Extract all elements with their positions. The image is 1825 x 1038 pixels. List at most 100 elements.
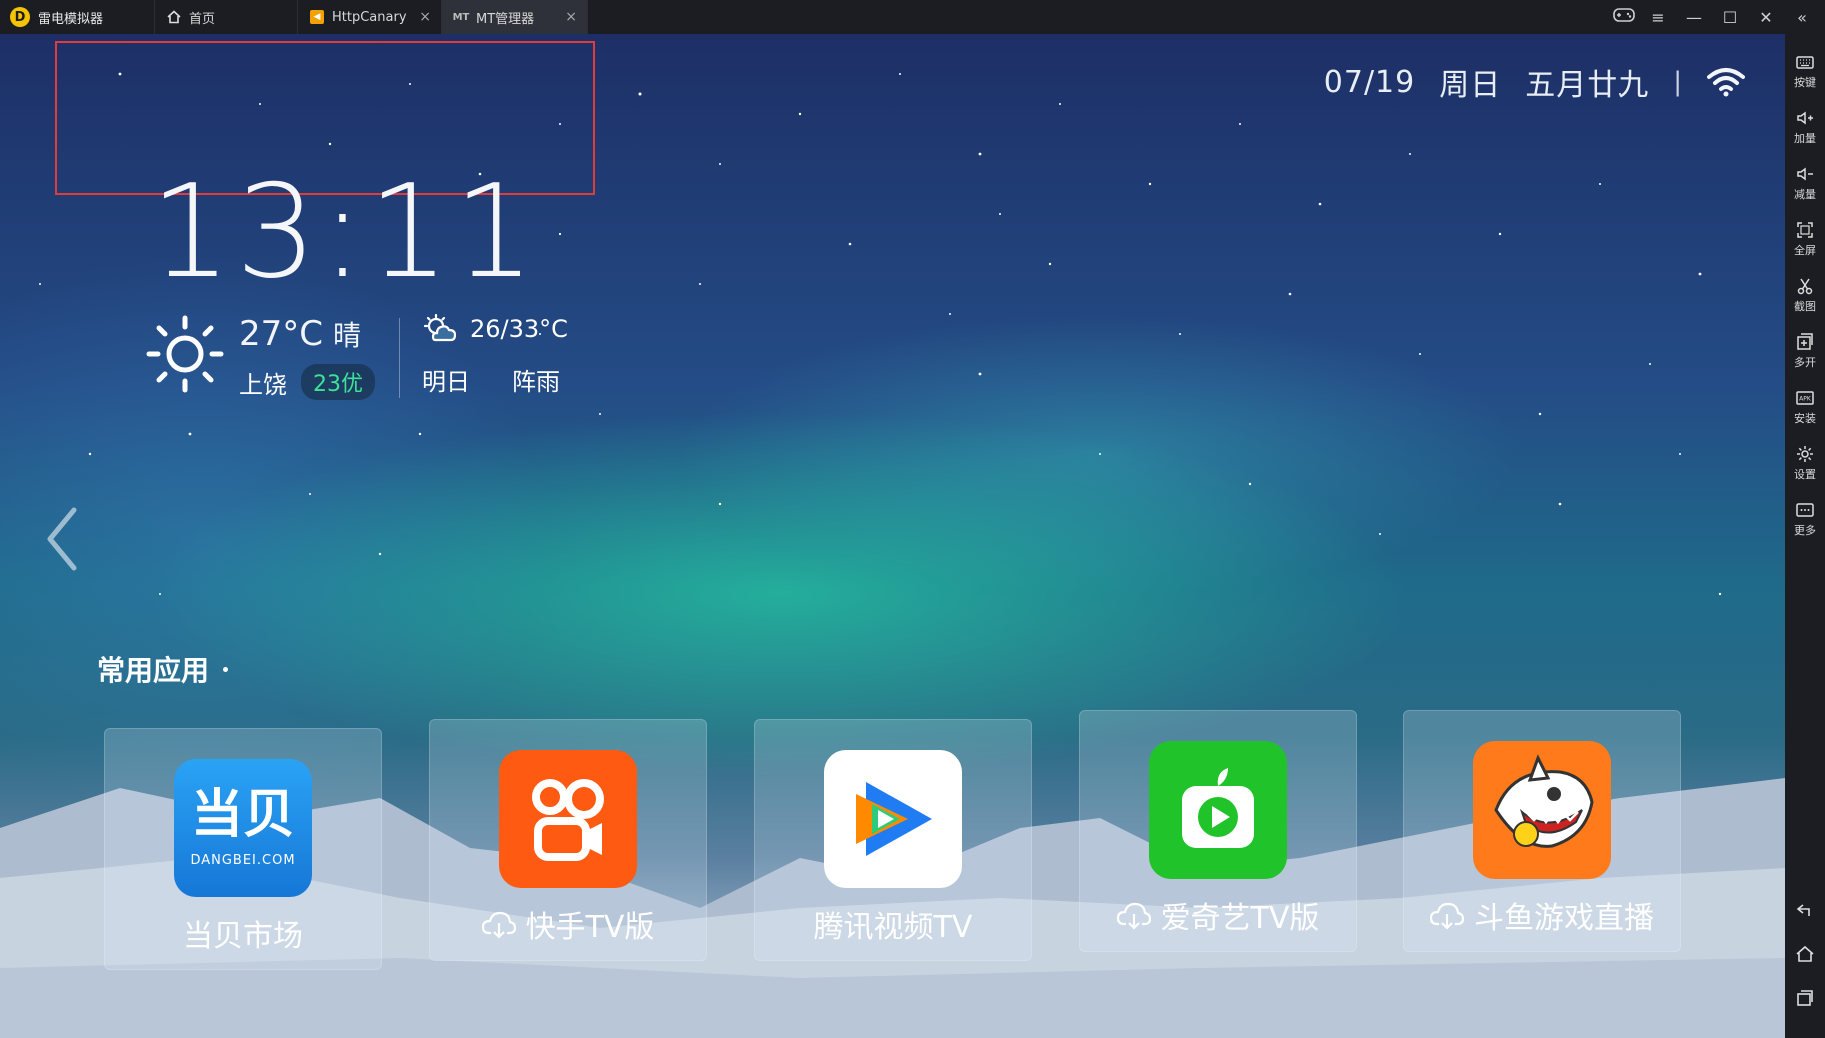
toolbar-volume-down-button[interactable]: 减量	[1785, 160, 1825, 212]
app-label: 快手TV版	[481, 902, 655, 946]
tomorrow-condition: 阵雨	[512, 368, 560, 396]
fullscreen-icon	[1797, 222, 1813, 238]
keyboard-icon	[1796, 56, 1814, 69]
dangbei-icon-text: 当贝	[190, 784, 295, 845]
app-label: 爱奇艺TV版	[1116, 893, 1320, 937]
toolbar-screenshot-button[interactable]: 截图	[1785, 272, 1825, 324]
app-card-tencent-video[interactable]: 腾讯视频TV	[754, 719, 1032, 961]
sunny-icon	[146, 315, 224, 393]
scissors-icon	[1797, 278, 1813, 295]
maximize-icon[interactable]: ☐	[1721, 8, 1739, 27]
app-card-iqiyi[interactable]: 爱奇艺TV版	[1079, 710, 1357, 952]
tomorrow-temperature-range: 26/33°C	[470, 315, 568, 343]
toolbar-install-apk-button[interactable]: APK 安装	[1785, 384, 1825, 436]
city-name: 上饶	[239, 370, 287, 399]
toolbar-label: 多开	[1794, 356, 1816, 369]
toolbar-label: 加量	[1794, 132, 1816, 145]
home-icon	[167, 10, 181, 24]
toolbar-label: 设置	[1794, 468, 1816, 481]
weather-today: 27°C 晴 上饶 23优	[239, 314, 375, 414]
multi-window-icon	[1797, 333, 1813, 350]
douyu-icon	[1473, 741, 1611, 879]
tab-mt-manager[interactable]: MT MT管理器 ×	[442, 0, 588, 34]
kuaishou-icon	[499, 750, 637, 888]
app-name: 腾讯视频TV	[813, 910, 973, 945]
tab-label: MT管理器	[476, 11, 535, 27]
tab-home[interactable]: 首页	[155, 0, 298, 34]
toolbar-multi-instance-button[interactable]: 多开	[1785, 328, 1825, 380]
tab-label: 首页	[189, 11, 216, 27]
app-name: 快手TV版	[525, 910, 655, 945]
tomorrow-label: 明日	[422, 368, 470, 396]
section-dot	[223, 666, 229, 672]
gamepad-icon[interactable]	[1613, 7, 1635, 27]
section-title: 常用应用	[97, 649, 229, 689]
wifi-icon	[1707, 68, 1745, 97]
dangbei-market-icon: 当贝 DANGBEI.COM	[174, 759, 312, 897]
close-tab-icon[interactable]: ×	[565, 9, 577, 25]
tencent-video-icon	[824, 750, 962, 888]
cloud-sun-icon	[423, 314, 456, 342]
emulator-screen[interactable]: 07/19 周日 五月廿九 | 13:11 27°C 晴 上饶 23优 26/3…	[0, 34, 1785, 1038]
toolbar-label: 按键	[1794, 76, 1816, 89]
toolbar-label: 截图	[1794, 300, 1816, 313]
cloud-download-icon	[1116, 902, 1151, 930]
tab-label: HttpCanary	[332, 9, 407, 25]
close-icon[interactable]: ✕	[1757, 8, 1775, 27]
httpcanary-icon: ◀	[310, 10, 324, 24]
toolbar-more-button[interactable]: 更多	[1785, 496, 1825, 548]
toolbar-volume-up-button[interactable]: 加量	[1785, 104, 1825, 156]
current-temperature: 27°C	[239, 314, 324, 354]
iqiyi-icon	[1149, 741, 1287, 879]
separator: |	[1673, 67, 1683, 97]
weather-tomorrow: 26/33°C 明日 阵雨	[422, 314, 568, 414]
chevron-left-icon[interactable]	[42, 504, 82, 574]
toolbar-fullscreen-button[interactable]: 全屏	[1785, 216, 1825, 268]
close-tab-icon[interactable]: ×	[419, 9, 431, 25]
toolbar-label: 全屏	[1794, 244, 1816, 257]
app-label: 腾讯视频TV	[814, 902, 973, 946]
app-card-dangbei[interactable]: 当贝 DANGBEI.COM 当贝市场	[104, 728, 382, 970]
home-icon[interactable]	[1795, 944, 1815, 964]
more-icon	[1796, 503, 1814, 517]
tab-httpcanary[interactable]: ◀ HttpCanary ×	[298, 0, 442, 34]
ldplayer-logo-icon: D	[10, 7, 30, 27]
app-card-douyu[interactable]: 斗鱼游戏直播	[1403, 710, 1681, 952]
lunar-date-text: 五月廿九	[1525, 68, 1650, 103]
back-icon[interactable]	[1795, 900, 1815, 920]
app-name: 爱奇艺TV版	[1160, 901, 1320, 936]
minimize-icon[interactable]: —	[1685, 8, 1703, 27]
toolbar-settings-button[interactable]: 设置	[1785, 440, 1825, 492]
apk-icon: APK	[1796, 391, 1814, 405]
toolbar-keymap-button[interactable]: 按键	[1785, 48, 1825, 100]
cloud-download-icon	[1430, 902, 1464, 930]
window-controls: ≡ — ☐ ✕ «	[1613, 0, 1825, 34]
app-name: 斗鱼游戏直播	[1474, 901, 1654, 936]
toolbar-label: 减量	[1794, 188, 1816, 201]
recents-icon[interactable]	[1795, 988, 1815, 1008]
app-name: 当贝市场	[183, 919, 303, 954]
toolbar-label: 安装	[1794, 412, 1816, 425]
app-label: 当贝市场	[183, 911, 303, 955]
menu-icon[interactable]: ≡	[1649, 8, 1667, 27]
title-bar: D 雷电模拟器 首页 ◀ HttpCanary × MT MT管理器 × ≡ —…	[0, 0, 1825, 34]
dangbei-icon-subtext: DANGBEI.COM	[190, 852, 296, 868]
app-card-kuaishou[interactable]: 快手TV版	[429, 719, 707, 961]
app-label: 斗鱼游戏直播	[1430, 893, 1654, 937]
collapse-icon[interactable]: «	[1793, 8, 1811, 27]
section-title-text: 常用应用	[97, 654, 210, 687]
svg-text:APK: APK	[1799, 396, 1812, 403]
weather-divider	[399, 318, 400, 398]
gear-icon	[1797, 446, 1813, 462]
current-condition: 晴	[333, 319, 362, 352]
volume-down-icon	[1797, 167, 1813, 181]
date-text: 07/19	[1323, 64, 1416, 100]
app-name: 雷电模拟器	[38, 11, 104, 27]
mt-icon: MT	[452, 11, 470, 23]
air-quality-badge: 23优	[301, 364, 375, 400]
weather-widget[interactable]: 27°C 晴 上饶 23优 26/33°C 明日 阵雨	[145, 314, 568, 414]
emulator-toolbar: 按键 加量 减量 全屏 截图 多开 APK 安装 设置 更多	[1785, 34, 1825, 1038]
cloud-download-icon	[481, 911, 516, 939]
weekday-text: 周日	[1439, 68, 1502, 103]
toolbar-label: 更多	[1794, 524, 1816, 537]
